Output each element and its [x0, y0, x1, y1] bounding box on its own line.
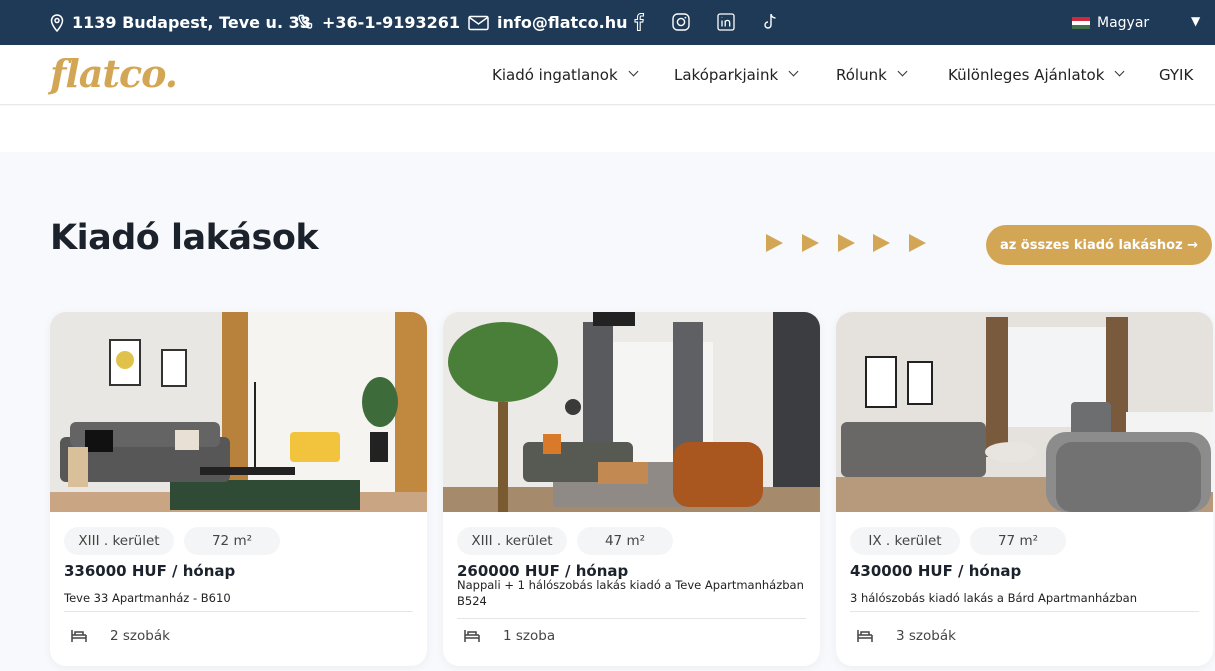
phone-text: +36-1-9193261: [322, 13, 461, 32]
rooms-count: 3 szobák: [896, 628, 956, 644]
nav-item-label: Lakóparkjaink: [674, 66, 779, 84]
listing-price[interactable]: 336000 HUF / hónap: [64, 562, 235, 580]
area-badge: 77 m²: [970, 527, 1066, 555]
bed-icon: [857, 630, 873, 642]
nav-item-label: Rólunk: [836, 66, 887, 84]
linkedin-icon[interactable]: [716, 12, 736, 32]
play-arrow-icon: [802, 234, 819, 252]
district-badge: XIII . kerület: [457, 527, 567, 555]
logo[interactable]: flatco.: [50, 51, 178, 96]
listing-card[interactable]: IX . kerület 77 m² 430000 HUF / hónap 3 …: [836, 312, 1213, 666]
nav-item-kiado-ingatlanok[interactable]: Kiadó ingatlanok: [492, 45, 639, 105]
facebook-icon[interactable]: [629, 12, 649, 32]
hungary-flag-icon: [1072, 16, 1090, 29]
district-badge: IX . kerület: [850, 527, 960, 555]
area-badge: 47 m²: [577, 527, 673, 555]
listing-photo[interactable]: [50, 312, 427, 512]
nav-item-gyik[interactable]: GYIK: [1159, 45, 1193, 105]
all-listings-button[interactable]: az összes kiadó lakáshoz →: [986, 225, 1212, 265]
district-badge: XIII . kerület: [64, 527, 174, 555]
phone-icon: [298, 14, 313, 29]
spacer: [0, 106, 1215, 152]
rooms-info: 2 szobák: [70, 621, 170, 651]
divider: [457, 618, 806, 619]
bed-icon: [464, 630, 480, 642]
chevron-down-icon: [1114, 66, 1125, 76]
caret-down-icon[interactable]: ▼: [1191, 14, 1200, 28]
play-arrow-icon: [766, 234, 783, 252]
email-link[interactable]: info@flatco.hu: [468, 0, 627, 45]
rooms-info: 3 szobák: [856, 621, 956, 651]
top-bar: 1139 Budapest, Teve u. 33 +36-1-9193261 …: [0, 0, 1215, 45]
tiktok-icon[interactable]: [760, 12, 780, 32]
play-arrow-icon: [873, 234, 890, 252]
nav-item-label: GYIK: [1159, 66, 1194, 84]
location-pin-icon: [50, 13, 64, 32]
listing-card[interactable]: XIII . kerület 47 m² 260000 HUF / hónap …: [443, 312, 820, 666]
play-arrow-icon: [838, 234, 855, 252]
email-text: info@flatco.hu: [497, 13, 628, 32]
section-title: Kiadó lakások: [50, 218, 319, 258]
language-label: Magyar: [1097, 14, 1150, 31]
listing-title[interactable]: 3 hálószobás kiadó lakás a Bárd Apartman…: [850, 590, 1200, 606]
phone-link[interactable]: +36-1-9193261: [297, 0, 460, 45]
language-selector[interactable]: Magyar: [1072, 0, 1149, 45]
nav-item-kulonleges-ajanlatok[interactable]: Különleges Ajánlatok: [948, 45, 1125, 105]
nav-item-label: Kiadó ingatlanok: [492, 66, 618, 84]
listing-card[interactable]: XIII . kerület 72 m² 336000 HUF / hónap …: [50, 312, 427, 666]
nav-item-label: Különleges Ajánlatok: [948, 66, 1105, 84]
rooms-count: 2 szobák: [110, 628, 170, 644]
address-text: 1139 Budapest, Teve u. 33: [72, 13, 311, 32]
listing-title[interactable]: Teve 33 Apartmanház - B610: [64, 590, 414, 606]
address-link[interactable]: 1139 Budapest, Teve u. 33: [50, 0, 311, 45]
play-arrow-icon: [909, 234, 926, 252]
mail-icon: [468, 15, 489, 30]
listing-title[interactable]: Nappali + 1 hálószobás lakás kiadó a Tev…: [457, 577, 807, 609]
divider: [64, 611, 413, 612]
divider: [850, 611, 1199, 612]
listing-price[interactable]: 430000 HUF / hónap: [850, 562, 1021, 580]
chevron-down-icon: [628, 66, 639, 76]
listing-photo[interactable]: [836, 312, 1213, 512]
area-badge: 72 m²: [184, 527, 280, 555]
chevron-down-icon: [897, 66, 908, 76]
instagram-icon[interactable]: [671, 12, 691, 32]
chevron-down-icon: [788, 66, 799, 76]
rooms-info: 1 szoba: [463, 621, 555, 651]
rooms-count: 1 szoba: [503, 628, 556, 644]
nav-item-lakoparkjaink[interactable]: Lakóparkjaink: [674, 45, 799, 105]
nav-item-rolunk[interactable]: Rólunk: [836, 45, 908, 105]
main-navigation: flatco. Kiadó ingatlanok Lakóparkjaink R…: [0, 45, 1215, 105]
listing-photo[interactable]: [443, 312, 820, 512]
bed-icon: [71, 630, 87, 642]
